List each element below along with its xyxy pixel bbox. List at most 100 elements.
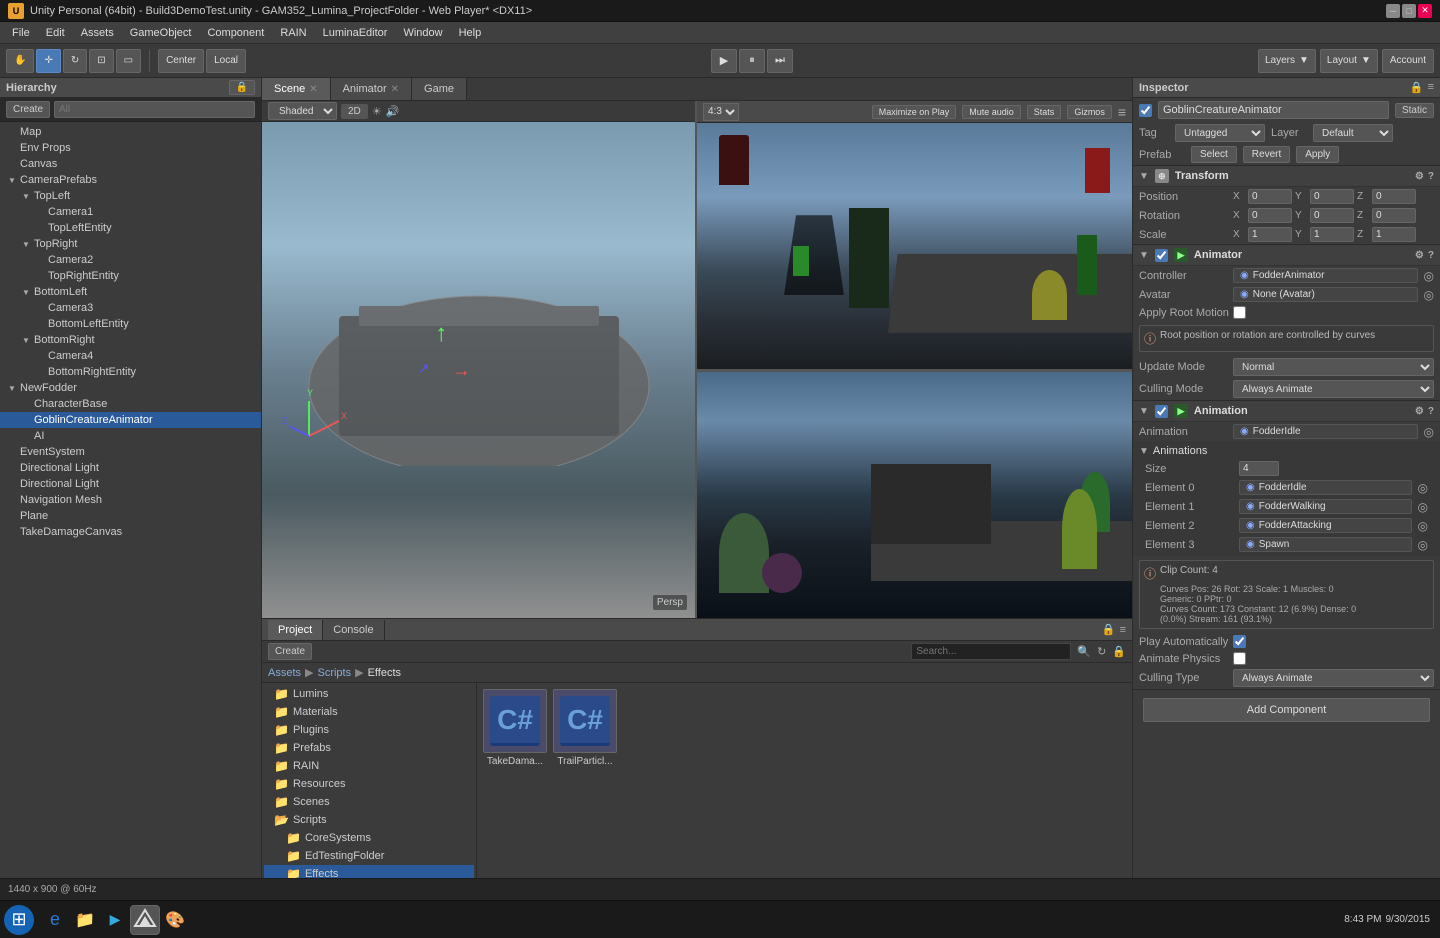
- menu-assets[interactable]: Assets: [73, 25, 122, 41]
- project-search-input[interactable]: [911, 643, 1071, 660]
- menu-component[interactable]: Component: [199, 25, 272, 41]
- game-panel-menu[interactable]: ≡: [1118, 104, 1126, 120]
- prefab-apply-button[interactable]: Apply: [1296, 146, 1339, 163]
- taskbar-ie-icon[interactable]: e: [40, 905, 70, 935]
- hierarchy-item[interactable]: TopRightEntity: [0, 268, 261, 284]
- animation-clip-ref[interactable]: ◉ FodderIdle: [1233, 424, 1418, 439]
- stats-button[interactable]: Stats: [1027, 105, 1062, 119]
- prefab-select-button[interactable]: Select: [1191, 146, 1237, 163]
- menu-file[interactable]: File: [4, 25, 38, 41]
- step-button[interactable]: ⏭: [767, 49, 793, 73]
- hierarchy-item[interactable]: BottomLeftEntity: [0, 316, 261, 332]
- scene-audio-icon[interactable]: 🔊: [386, 105, 400, 118]
- maximize-on-play-button[interactable]: Maximize on Play: [872, 105, 957, 119]
- project-refresh-icon[interactable]: ↻: [1097, 645, 1106, 658]
- hierarchy-item[interactable]: GoblinCreatureAnimator: [0, 412, 261, 428]
- hierarchy-item[interactable]: EventSystem: [0, 444, 261, 460]
- scale-z-input[interactable]: [1372, 227, 1416, 242]
- scene-tab-close[interactable]: ✕: [309, 84, 317, 95]
- transform-settings-icon[interactable]: ⚙: [1415, 171, 1424, 182]
- folder-item[interactable]: 📁Plugins: [264, 721, 474, 739]
- hierarchy-item[interactable]: Camera1: [0, 204, 261, 220]
- folder-item[interactable]: 📁CoreSystems: [264, 829, 474, 847]
- anim-clip-pick-icon[interactable]: ◎: [1424, 425, 1434, 439]
- object-name-input[interactable]: [1158, 101, 1389, 119]
- tag-select[interactable]: Untagged: [1175, 124, 1265, 142]
- tab-scene[interactable]: Scene ✕: [262, 78, 331, 100]
- project-panel-lock[interactable]: 🔒: [1102, 623, 1116, 636]
- update-mode-select[interactable]: Normal AnimatePhysics UnscaledTime: [1233, 358, 1434, 376]
- scene-lighting-icon[interactable]: ☀: [372, 105, 382, 118]
- hierarchy-item[interactable]: CharacterBase: [0, 396, 261, 412]
- hand-tool-button[interactable]: ✋: [6, 49, 34, 73]
- play-button[interactable]: ▶: [711, 49, 737, 73]
- taskbar-unity-icon[interactable]: [130, 905, 160, 935]
- folder-item[interactable]: 📁Prefabs: [264, 739, 474, 757]
- animation-section-header[interactable]: ▼ ▶ Animation ⚙ ?: [1133, 401, 1440, 422]
- animator-section-header[interactable]: ▼ ▶ Animator ⚙ ?: [1133, 245, 1440, 266]
- elem2-pick-icon[interactable]: ◎: [1418, 519, 1428, 533]
- menu-help[interactable]: Help: [451, 25, 490, 41]
- object-active-checkbox[interactable]: [1139, 104, 1152, 117]
- hierarchy-item[interactable]: Navigation Mesh: [0, 492, 261, 508]
- menu-edit[interactable]: Edit: [38, 25, 73, 41]
- shading-dropdown[interactable]: Shaded: [268, 102, 337, 120]
- scale-x-input[interactable]: [1248, 227, 1292, 242]
- folder-item[interactable]: 📂Scripts: [264, 811, 474, 829]
- hierarchy-item[interactable]: ▼TopLeft: [0, 188, 261, 204]
- start-button[interactable]: ⊞: [4, 905, 34, 935]
- transform-section-header[interactable]: ▼ ⊕ Transform ⚙ ?: [1133, 166, 1440, 187]
- controller-ref[interactable]: ◉ FodderAnimator: [1233, 268, 1418, 283]
- project-create-button[interactable]: Create: [268, 643, 312, 660]
- game-ratio-dropdown[interactable]: 4:3: [703, 103, 739, 121]
- folder-item[interactable]: 📁Lumins: [264, 685, 474, 703]
- pause-button[interactable]: ⏸: [739, 49, 765, 73]
- breadcrumb-scripts[interactable]: Scripts: [317, 667, 351, 679]
- hierarchy-item[interactable]: ▼BottomLeft: [0, 284, 261, 300]
- move-tool-button[interactable]: ✛: [36, 49, 60, 73]
- tab-project[interactable]: Project: [268, 620, 323, 640]
- hierarchy-item[interactable]: Camera2: [0, 252, 261, 268]
- project-file[interactable]: C#TrailParticl...: [553, 689, 617, 767]
- tab-console[interactable]: Console: [323, 620, 384, 640]
- add-component-button[interactable]: Add Component: [1143, 698, 1430, 722]
- layers-dropdown[interactable]: Layers ▼: [1258, 49, 1316, 73]
- animator-tab-close[interactable]: ✕: [391, 84, 399, 95]
- rect-tool-button[interactable]: ▭: [116, 49, 141, 73]
- pos-y-input[interactable]: [1310, 189, 1354, 204]
- hierarchy-item[interactable]: Env Props: [0, 140, 261, 156]
- menu-window[interactable]: Window: [395, 25, 450, 41]
- mute-audio-button[interactable]: Mute audio: [962, 105, 1021, 119]
- transform-help-icon[interactable]: ?: [1428, 171, 1434, 182]
- folder-item[interactable]: 📁RAIN: [264, 757, 474, 775]
- tab-animator[interactable]: Animator ✕: [331, 78, 412, 100]
- animator-culling-select[interactable]: Always Animate Cull Update Transforms Cu…: [1233, 380, 1434, 398]
- center-button[interactable]: Center: [158, 49, 204, 73]
- hierarchy-item[interactable]: BottomRightEntity: [0, 364, 261, 380]
- hierarchy-item[interactable]: ▼CameraPrefabs: [0, 172, 261, 188]
- hierarchy-item[interactable]: Camera3: [0, 300, 261, 316]
- element3-ref[interactable]: ◉ Spawn: [1239, 537, 1412, 552]
- minimize-button[interactable]: ─: [1386, 4, 1400, 18]
- hierarchy-lock-button[interactable]: 🔒: [229, 80, 255, 95]
- rot-x-input[interactable]: [1248, 208, 1292, 223]
- gizmos-button[interactable]: Gizmos: [1067, 105, 1112, 119]
- animator-settings-icon[interactable]: ⚙: [1415, 250, 1424, 261]
- element2-ref[interactable]: ◉ FodderAttacking: [1239, 518, 1412, 533]
- scale-tool-button[interactable]: ⊡: [89, 49, 113, 73]
- project-search-icon[interactable]: 🔍: [1077, 645, 1091, 658]
- hierarchy-item[interactable]: ▼NewFodder: [0, 380, 261, 396]
- avatar-pick-icon[interactable]: ◎: [1424, 288, 1434, 302]
- hierarchy-item[interactable]: ▼TopRight: [0, 236, 261, 252]
- 2d-toggle[interactable]: 2D: [341, 104, 368, 119]
- hierarchy-item[interactable]: Map: [0, 124, 261, 140]
- hierarchy-item[interactable]: AI: [0, 428, 261, 444]
- menu-luminaeditor[interactable]: LuminaEditor: [315, 25, 396, 41]
- pos-x-input[interactable]: [1248, 189, 1292, 204]
- static-badge[interactable]: Static: [1395, 103, 1434, 118]
- tab-game[interactable]: Game: [412, 78, 467, 100]
- project-lock-icon[interactable]: 🔒: [1112, 645, 1126, 658]
- hierarchy-item[interactable]: TakeDamageCanvas: [0, 524, 261, 540]
- hierarchy-item[interactable]: Directional Light: [0, 476, 261, 492]
- hierarchy-item[interactable]: Canvas: [0, 156, 261, 172]
